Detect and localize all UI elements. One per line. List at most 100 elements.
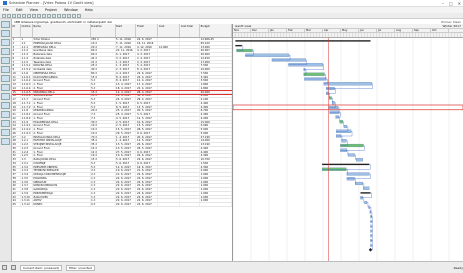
cell-wbs[interactable]: 1.1.7 <box>21 98 33 101</box>
cell-total[interactable] <box>180 124 201 127</box>
cell-budget[interactable]: 2.400 <box>200 101 232 105</box>
cell-id[interactable]: 38 <box>12 176 21 180</box>
cell-name[interactable]: ČIŠČENJE <box>33 161 91 165</box>
menu-edit[interactable]: Edit <box>16 8 23 12</box>
cell-id[interactable]: 39 <box>12 180 21 184</box>
cell-cost[interactable] <box>158 109 181 112</box>
cell-name[interactable]: OBRAČUN <box>33 180 91 184</box>
cell-cost[interactable] <box>158 169 181 172</box>
cell-wbs[interactable]: 1.2.2 <box>21 143 33 146</box>
cell-start[interactable]: 22. 6. 2017 <box>116 199 137 202</box>
col-header-duration[interactable]: Duration <box>91 24 116 37</box>
cell-budget[interactable]: 1.000 <box>200 184 232 187</box>
cell-name[interactable]: Gradbena dela <box>33 49 91 52</box>
cell-dur[interactable]: 80 d <box>91 71 116 75</box>
cell-start[interactable]: 25. 4. 2017 <box>116 109 137 112</box>
more-views-icon[interactable] <box>1 138 10 145</box>
cell-wbs[interactable]: 1.2.1 <box>21 139 33 142</box>
cell-total[interactable] <box>180 94 201 97</box>
cell-budget[interactable]: 4.400 <box>200 150 232 154</box>
cut-icon[interactable] <box>22 13 26 18</box>
outdent-icon[interactable] <box>62 13 66 18</box>
cell-wbs[interactable]: 1.1.8 <box>21 109 33 112</box>
cell-name[interactable]: 1. Floor <box>33 101 91 105</box>
cell-cost[interactable] <box>158 94 181 97</box>
col-header-finish[interactable]: Finish <box>136 24 159 37</box>
cell-total[interactable] <box>180 135 201 139</box>
cell-finish[interactable]: 12. 4. 2017 <box>136 79 159 82</box>
cell-finish[interactable]: 22. 6. 2017 <box>136 176 159 180</box>
cell-start[interactable]: 22. 6. 2017 <box>116 191 137 195</box>
cell-finish[interactable]: 21. 6. 2017 <box>136 169 159 172</box>
cell-wbs[interactable]: 1.1.6.2 <box>21 79 33 82</box>
cell-id[interactable]: 21 <box>12 113 21 116</box>
cell-total[interactable] <box>180 158 201 161</box>
cell-start[interactable]: 5. 11. 2016 <box>116 38 137 41</box>
cell-budget[interactable]: 3.500 <box>200 79 232 82</box>
cell-id[interactable]: 34 <box>12 161 21 165</box>
cell-dur[interactable]: 15 d <box>91 75 116 79</box>
cell-dur[interactable]: 25 d <box>91 64 116 67</box>
report-icon[interactable] <box>1 93 10 100</box>
cell-name[interactable]: TEHNIČNI PREGLED <box>33 169 91 172</box>
cell-start[interactable]: 15. 5. 2017 <box>116 128 137 131</box>
cell-cost[interactable] <box>158 161 181 165</box>
cell-finish[interactable]: 13. 5. 2017 <box>136 124 159 127</box>
cell-budget[interactable]: 5.000 <box>200 131 232 135</box>
cell-dur[interactable]: 12 d <box>91 146 116 150</box>
cell-dur[interactable]: 70 d <box>91 135 116 139</box>
cell-finish[interactable]: 22. 6. 2017 <box>136 191 159 195</box>
menu-window[interactable]: Window <box>64 8 78 12</box>
cell-finish[interactable]: 22. 4. 2017 <box>136 75 159 79</box>
cell-finish[interactable]: 30. 4. 2017 <box>136 94 159 97</box>
cell-cost[interactable] <box>158 139 181 142</box>
cell-start[interactable]: 19. 6. 2017 <box>116 169 137 172</box>
cell-id[interactable]: 12 <box>12 79 21 82</box>
cell-start[interactable]: 1. 4. 2017 <box>116 135 137 139</box>
cell-start[interactable]: 22. 6. 2017 <box>116 180 137 184</box>
cell-name[interactable]: Vrtec Polana <box>33 38 91 41</box>
cell-finish[interactable]: 3. 3. 2017 <box>136 60 159 64</box>
cell-finish[interactable]: 20. 6. 2017 <box>136 143 159 146</box>
cell-name[interactable]: SLIKOPLESKAR <box>33 94 91 97</box>
cell-name[interactable]: FASADERSKA DELA <box>33 120 91 124</box>
cell-dur[interactable]: 5 d <box>91 83 116 86</box>
cell-budget[interactable]: 17.000 <box>200 60 232 64</box>
cell-dur[interactable]: 20 d <box>91 109 116 112</box>
cell-cost[interactable] <box>158 90 181 94</box>
cell-wbs[interactable]: 1.1.8.1 <box>21 113 33 116</box>
cell-budget[interactable]: 7.500 <box>200 64 232 67</box>
open-icon[interactable] <box>7 13 11 18</box>
cell-wbs[interactable]: 1.1.8.2 <box>21 116 33 120</box>
cell-dur[interactable]: 7 d <box>91 116 116 120</box>
cell-start[interactable]: 13. 5. 2017 <box>116 143 137 146</box>
cell-start[interactable]: 25. 4. 2017 <box>116 113 137 116</box>
cell-total[interactable] <box>180 128 201 131</box>
cell-cost[interactable] <box>158 64 181 67</box>
cell-dur[interactable]: 0 d <box>91 203 116 206</box>
cell-wbs[interactable]: 1.3.1 <box>21 161 33 165</box>
gantt-canvas[interactable] <box>233 38 463 261</box>
cell-name[interactable]: ARHIV <box>33 199 91 202</box>
cell-finish[interactable]: 20. 6. 2017 <box>136 154 159 157</box>
cell-cost[interactable] <box>158 165 181 169</box>
cell-cost[interactable] <box>158 143 181 146</box>
cell-finish[interactable]: 13. 5. 2017 <box>136 105 159 109</box>
cell-wbs[interactable]: 1.3 <box>21 158 33 161</box>
cell-id[interactable]: 31 <box>12 150 21 154</box>
cell-wbs[interactable]: 1.1.4 <box>21 56 33 60</box>
cell-budget[interactable]: 12.906,25 <box>200 38 232 41</box>
cell-finish[interactable]: 6. 5. 2017 <box>136 101 159 105</box>
new-icon[interactable] <box>2 13 6 18</box>
cell-total[interactable] <box>180 45 201 49</box>
maximize-button[interactable]: □ <box>449 1 453 6</box>
cell-name[interactable]: 2. Floor <box>33 131 91 135</box>
cell-total[interactable] <box>180 101 201 105</box>
cell-dur[interactable]: 5 d <box>91 165 116 169</box>
cell-wbs[interactable]: 1.3.5 <box>21 176 33 180</box>
cell-total[interactable] <box>180 195 201 199</box>
cell-total[interactable] <box>180 38 201 41</box>
cell-total[interactable] <box>180 98 201 101</box>
cell-name[interactable]: ZAKLJUČEK <box>33 195 91 199</box>
close-button[interactable]: ✕ <box>458 1 461 6</box>
